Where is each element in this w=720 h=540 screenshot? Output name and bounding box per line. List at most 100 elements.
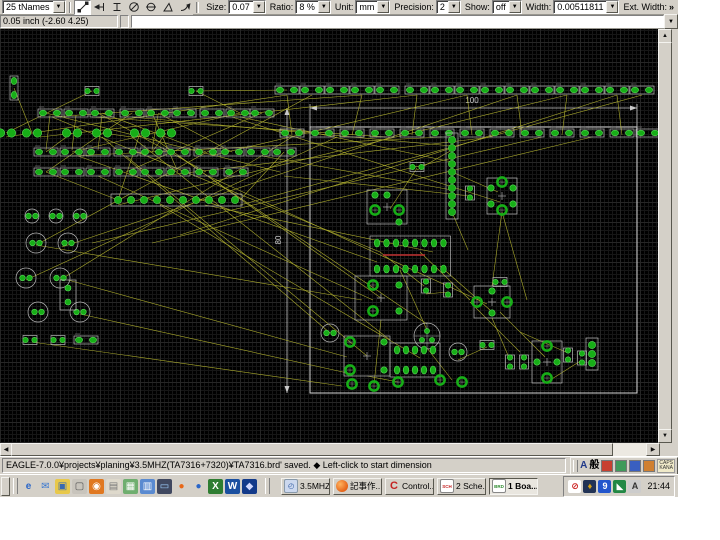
width-value: 0.00511811 [557, 2, 604, 12]
dimension-radius-button[interactable] [125, 0, 143, 15]
precision-value: 2 [439, 2, 445, 12]
ime-keyboard-icon[interactable]: A [628, 479, 642, 493]
taskbar-edge-stub [1, 476, 10, 496]
dimension-angle-button[interactable] [159, 0, 177, 15]
windows-taskbar: e✉▣▢◉▤▦▥▭●●XW◆ ◴3.5MHZ...記事作...CControl.… [0, 474, 678, 497]
task-buttons: ◴3.5MHZ...記事作... C Control...SCH2 Sche...B… [281, 477, 538, 495]
status-bar: EAGLE-7.0.0¥projects¥planing¥3.5MHZ(TA73… [0, 456, 678, 475]
taskbar-clock: 21:44 [647, 481, 670, 491]
taskbar-button-control-[interactable]: C Control... [385, 477, 434, 495]
taskbar-button-label: 3.5MHZ... [300, 481, 330, 491]
parameter-toolbar: 25 tNames ▼ Size: 0.07 ▼ Ratio: 8 % ▼ Unit: mm ▼… [0, 0, 678, 15]
horizontal-scrollbar[interactable]: ◀ ▶ [0, 443, 660, 456]
quicklaunch-firefox-icon[interactable]: ● [174, 479, 189, 494]
control-c-icon: C [390, 480, 398, 492]
ime-grip[interactable] [573, 459, 579, 472]
taskbar-button-3-5mhz-[interactable]: ◴3.5MHZ... [281, 477, 330, 495]
ime-pad-icon[interactable] [629, 459, 642, 472]
command-input[interactable] [131, 15, 664, 28]
vertical-scroll-thumb[interactable] [658, 42, 672, 430]
dimension-parameter-fields: Size: 0.07 ▼ Ratio: 8 % ▼ Unit: mm ▼ Precision: 2 ▼… [202, 0, 620, 14]
ime-conversion-mode[interactable]: 般 [589, 460, 599, 471]
unit-value: mm [359, 2, 375, 12]
unit-combo[interactable]: mm ▼ [355, 0, 391, 14]
show-value: off [495, 2, 506, 12]
width-label: Width: [525, 2, 552, 12]
width-combo[interactable]: 0.00511811 ▼ [553, 0, 620, 14]
taskbar-button-label: Control... [402, 481, 434, 491]
quicklaunch-display-app-icon[interactable]: ▥ [140, 478, 155, 494]
dimension-diameter-button[interactable] [142, 0, 160, 15]
pcb-canvas[interactable]: 100 80 [0, 29, 658, 443]
quick-launch-bar: e ✉ ▣ ▢ ◉ ▤ ▦ ▥ ▭ ● ● X W ◆ [21, 478, 257, 494]
command-bar: 0.05 inch (-2.60 4.25) ▼ [0, 14, 678, 29]
quicklaunch-folder-window-icon[interactable]: ▤ [106, 478, 121, 494]
dimension-radius-icon [129, 2, 139, 12]
quicklaunch-msn-icon[interactable]: ● [191, 479, 206, 494]
ext-width-label: Ext. Width: [623, 2, 667, 12]
ime-tool-icons [601, 459, 656, 472]
dimension-line-button[interactable] [74, 0, 92, 15]
precision-dropdown-icon[interactable]: ▼ [447, 1, 460, 13]
quicklaunch-outlook-express-icon[interactable]: ✉ [38, 479, 53, 494]
ime-language-bar[interactable]: A 般 CAPS KANA [570, 456, 678, 475]
taskbar-button-1-boa-[interactable]: BRD 1 Boa... [489, 477, 538, 495]
unit-label: Unit: [334, 2, 354, 12]
unit-dropdown-icon[interactable]: ▼ [377, 1, 390, 13]
quicklaunch-finance-app-icon[interactable]: ◆ [242, 478, 257, 494]
toolbar-separator [68, 1, 72, 13]
size-dropdown-icon[interactable]: ▼ [252, 1, 265, 13]
antivirus-disabled-icon[interactable]: ⊘ [568, 479, 582, 493]
dimension-horizontal-button[interactable] [91, 0, 109, 15]
layer-combo-value: 25 tNames [6, 2, 50, 12]
ime-input-mode[interactable]: A [580, 460, 587, 471]
scroll-up-icon[interactable]: ▲ [658, 29, 672, 43]
ime-caps-kana-indicator: CAPS KANA [657, 458, 675, 473]
taskbar-button-2-sche-[interactable]: SCH2 Sche... [437, 477, 486, 495]
size-label: Size: [206, 2, 227, 12]
ime-dict-icon[interactable] [643, 459, 656, 472]
ime-tools-icon[interactable] [601, 459, 614, 472]
quicklaunch-monitor-app-icon[interactable]: ▭ [157, 478, 172, 494]
layer-combo-dropdown-icon[interactable]: ▼ [52, 1, 65, 13]
show-label: Show: [464, 2, 490, 12]
command-bar-separator [120, 15, 129, 28]
quicklaunch-media-player-icon[interactable]: ◉ [89, 478, 104, 494]
ime-pen-icon[interactable] [615, 459, 628, 472]
dimension-vertical-button[interactable] [108, 0, 126, 15]
svg-text:80: 80 [274, 235, 283, 244]
layer-combo[interactable]: 25 tNames ▼ [2, 0, 66, 14]
ratio-label: Ratio: [269, 2, 294, 12]
quicklaunch-excel-icon[interactable]: X [208, 478, 223, 494]
show-dropdown-icon[interactable]: ▼ [508, 1, 521, 13]
taskbar-button-label: 1 Boa... [508, 481, 538, 491]
width-dropdown-icon[interactable]: ▼ [606, 1, 619, 13]
ratio-combo[interactable]: 8 % ▼ [295, 0, 331, 14]
ratio-value: 8 % [299, 2, 315, 12]
scroll-down-icon[interactable]: ▼ [658, 429, 672, 443]
coordinate-display: 0.05 inch (-2.60 4.25) [0, 15, 118, 28]
horizontal-scroll-thumb[interactable] [11, 443, 613, 456]
dimension-angle-icon [162, 2, 173, 12]
precision-label: Precision: [394, 2, 434, 12]
show-combo[interactable]: off ▼ [491, 0, 522, 14]
messenger-icon[interactable]: 9 [598, 479, 612, 493]
security-shield-icon[interactable]: ♦ [583, 479, 597, 493]
quicklaunch-image-app-icon[interactable]: ▦ [123, 478, 138, 494]
command-history-dropdown-icon[interactable]: ▼ [664, 14, 678, 29]
ratio-dropdown-icon[interactable]: ▼ [317, 1, 330, 13]
quicklaunch-window-app-icon[interactable]: ▢ [72, 478, 87, 494]
taskband-grip[interactable] [265, 478, 270, 494]
vertical-scrollbar[interactable]: ▲ ▼ [658, 29, 672, 443]
dimension-leader-button[interactable] [176, 0, 194, 15]
toolbar-overflow-chevron[interactable]: » [669, 2, 674, 12]
precision-combo[interactable]: 2 ▼ [435, 0, 461, 14]
scroll-right-icon[interactable]: ▶ [646, 443, 660, 456]
network-status-icon[interactable]: ◣ [613, 479, 627, 493]
quicklaunch-internet-explorer-icon[interactable]: e [21, 479, 36, 494]
quicklaunch-grip[interactable] [13, 478, 18, 494]
quicklaunch-picture-viewer-icon[interactable]: ▣ [55, 478, 70, 494]
taskbar-button--[interactable]: 記事作... [333, 477, 382, 495]
size-combo[interactable]: 0.07 ▼ [228, 0, 266, 14]
quicklaunch-word-icon[interactable]: W [225, 478, 240, 494]
